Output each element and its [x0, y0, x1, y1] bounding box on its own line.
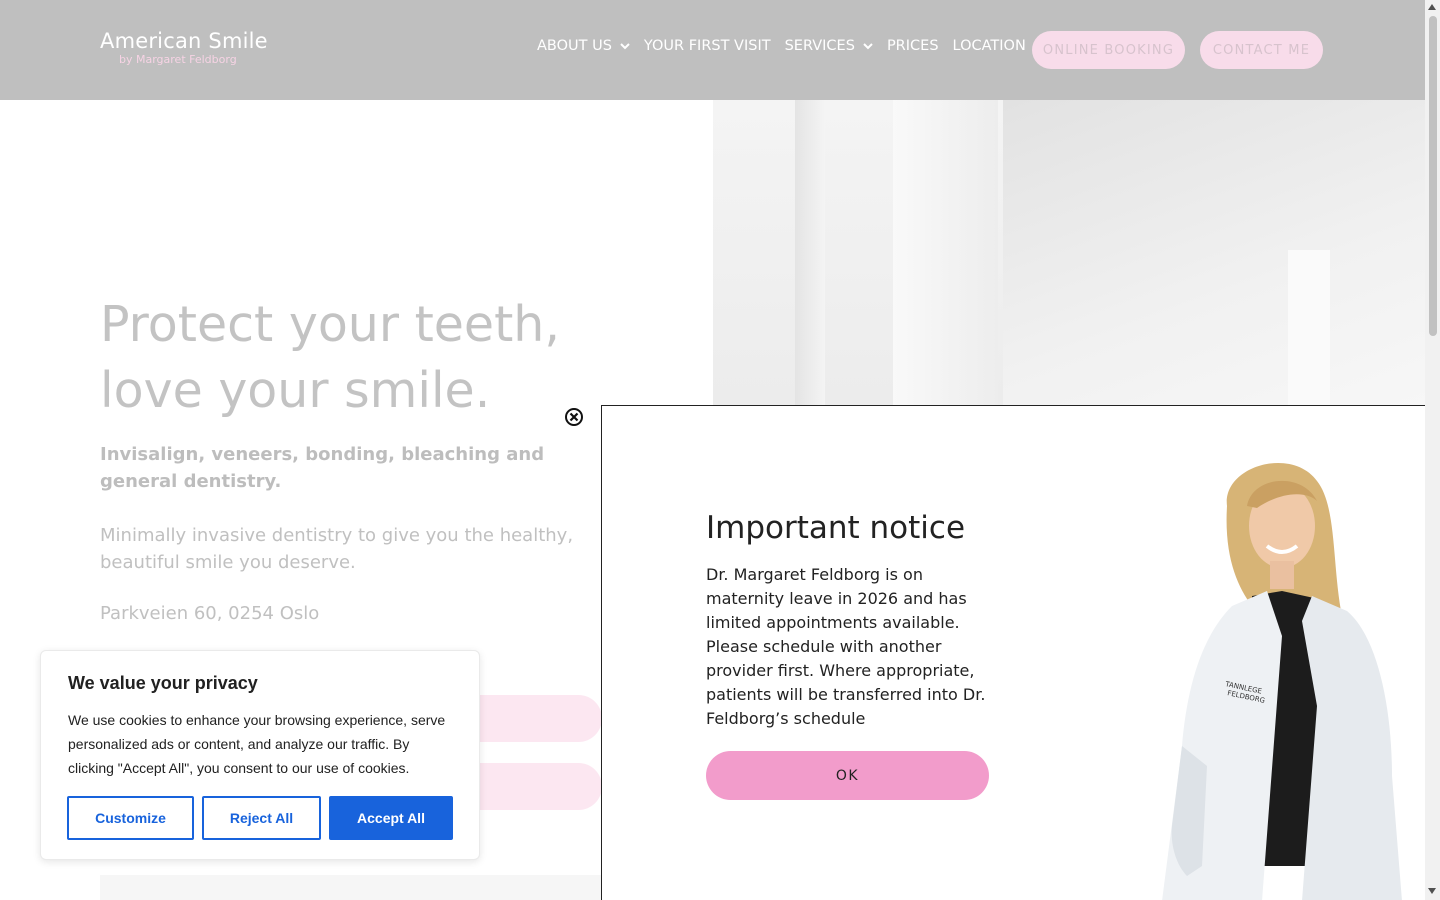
chevron-down-icon	[863, 43, 873, 50]
nav-item-about-us[interactable]: ABOUT US	[537, 38, 630, 54]
accept-all-button[interactable]: Accept All	[329, 796, 453, 840]
hero-title-line2: love your smile.	[100, 362, 491, 419]
content-strip	[100, 875, 602, 900]
nav-item-prices[interactable]: PRICES	[887, 38, 939, 54]
cookie-consent-banner: We value your privacy We use cookies to …	[40, 650, 480, 860]
reject-all-button[interactable]: Reject All	[202, 796, 321, 840]
cookie-text: We use cookies to enhance your browsing …	[68, 712, 446, 776]
hero-subtitle: Invisalign, veneers, bonding, bleaching …	[100, 444, 545, 492]
hero-title-line1: Protect your teeth,	[100, 296, 560, 353]
modal-body-text: Dr. Margaret Feldborg is on maternity le…	[706, 565, 986, 728]
logo-main-text: American Smile	[100, 29, 268, 53]
close-icon[interactable]	[564, 407, 584, 427]
nav-item-label: SERVICES	[784, 38, 855, 54]
nav-item-location[interactable]: LOCATION	[953, 38, 1026, 54]
contact-me-button[interactable]: CONTACT ME	[1200, 31, 1323, 69]
page-scrollbar[interactable]	[1425, 0, 1440, 900]
nav-item-label: YOUR FIRST VISIT	[643, 38, 771, 54]
online-booking-button[interactable]: ONLINE BOOKING	[1032, 31, 1185, 69]
nav-item-first-visit[interactable]: YOUR FIRST VISIT	[644, 38, 771, 54]
chevron-down-icon	[620, 43, 630, 50]
cookie-title: We value your privacy	[68, 673, 258, 693]
logo-sub-text: by Margaret Feldborg	[119, 53, 237, 66]
nav-item-label: PRICES	[886, 38, 939, 54]
doctor-portrait: TANNLEGE FELDBORG	[1162, 462, 1402, 900]
nav-item-services[interactable]: SERVICES	[785, 38, 873, 54]
scrollbar-thumb[interactable]	[1429, 16, 1437, 336]
hero-description: Minimally invasive dentistry to give you…	[100, 525, 574, 573]
notice-modal: Important notice Dr. Margaret Feldborg i…	[601, 405, 1425, 900]
hero-title: Protect your teeth, love your smile.	[100, 292, 560, 424]
ok-button[interactable]: OK	[706, 751, 989, 800]
scroll-up-arrow-icon[interactable]	[1428, 4, 1436, 10]
nav-item-label: ABOUT US	[537, 38, 612, 54]
modal-title: Important notice	[706, 510, 966, 546]
nav-item-label: LOCATION	[952, 38, 1026, 54]
main-nav: ABOUT US YOUR FIRST VISIT SERVICES PRICE…	[537, 38, 1040, 54]
site-header: American Smile by Margaret Feldborg ABOU…	[0, 0, 1425, 100]
hero-image	[713, 100, 1425, 406]
site-logo[interactable]: American Smile by Margaret Feldborg	[100, 30, 268, 66]
customize-button[interactable]: Customize	[67, 796, 194, 840]
hero-address: Parkveien 60, 0254 Oslo	[100, 603, 320, 624]
scroll-down-arrow-icon[interactable]	[1428, 888, 1436, 894]
